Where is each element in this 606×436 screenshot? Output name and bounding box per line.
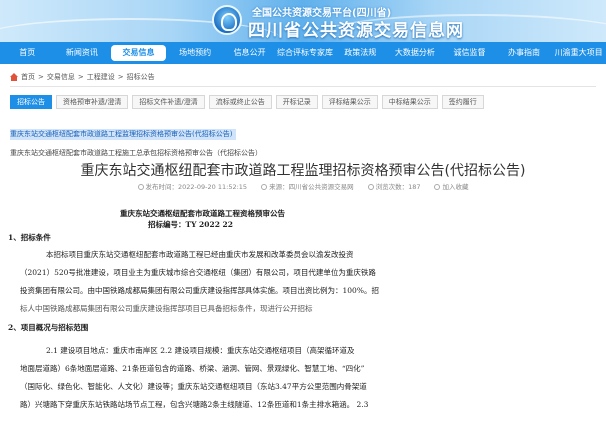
section-heading: 1、招标条件: [8, 233, 51, 242]
nav-item-news[interactable]: 新闻资讯: [55, 42, 110, 64]
tab-bid-opening[interactable]: 开标记录: [275, 95, 318, 109]
source: 来源：四川省公共资源交易网: [261, 181, 354, 191]
breadcrumb-separator: >: [38, 73, 44, 81]
breadcrumb-separator: >: [77, 73, 84, 81]
article-meta: 发布时间：2022-09-20 11:52:15 来源：四川省公共资源交易网 浏…: [0, 181, 606, 191]
related-link-supervision[interactable]: 重庆东站交通枢纽配套市政道路工程监理招标资格预审公告(代招标公告): [10, 129, 237, 140]
nav-item-venue-booking[interactable]: 场地预约: [168, 42, 223, 64]
breadcrumb-item-trade-info[interactable]: 交易信息: [47, 72, 75, 82]
source-icon: [261, 184, 268, 190]
nav-item-trade-info[interactable]: 交易信息: [111, 45, 166, 61]
site-logo-icon[interactable]: [212, 5, 242, 35]
paragraph-line: （2021）520号批准建设，项目业主为重庆城市综合交通枢纽（集团）有限公司，项…: [20, 268, 376, 277]
section-heading: 2、项目概况与招标范围: [8, 323, 89, 332]
breadcrumb: 首页 > 交易信息 > 工程建设 > 招标公告: [10, 72, 155, 82]
paragraph-line: 标人中国铁路成都局集团有限公司重庆建设指挥部项目已具备招标条件，现进行公开招标: [20, 304, 313, 313]
tab-failed-tender[interactable]: 流标或终止公告: [208, 95, 272, 109]
nav-item-info-disclosure[interactable]: 信息公开: [222, 42, 277, 64]
nav-item-chuanyu-projects[interactable]: 川渝重大项目: [551, 42, 606, 64]
article-title: 重庆东站交通枢纽配套市政道路工程监理招标资格预审公告(代招标公告): [80, 163, 526, 179]
nav-item-policy[interactable]: 政策法规: [333, 42, 388, 64]
paragraph-line: 投资集团有限公司。由中国铁路成都局集团有限公司重庆建设指挥部具体实施。项目出资比…: [20, 286, 379, 295]
tender-number: 招标编号：TY 2022 22: [148, 220, 233, 229]
tab-prequal-clarification[interactable]: 资格预审补遗/澄清: [56, 95, 129, 109]
tab-contract[interactable]: 签约履行: [441, 95, 484, 109]
breadcrumb-item-construction[interactable]: 工程建设: [87, 72, 115, 82]
tab-doc-clarification[interactable]: 招标文件补遗/澄清: [132, 95, 205, 109]
divider: [10, 86, 596, 87]
nav-item-expert-pool[interactable]: 综合评标专家库: [277, 42, 333, 64]
breadcrumb-item-home[interactable]: 首页: [21, 72, 35, 82]
paragraph-line: 地面层道路）6条地面层道路、21条匝道包含的道路、桥梁、涵洞、管网、景观绿化、智…: [20, 364, 365, 373]
tab-award-result[interactable]: 中标结果公示: [381, 95, 438, 109]
site-header: 全国公共资源交易平台(四川省) 四川省公共资源交易信息网: [0, 0, 606, 42]
nav-item-home[interactable]: 首页: [0, 42, 55, 64]
paragraph-line: （国际化、绿色化、智能化、人文化）建设等；重庆东站交通枢纽项目（东站3.47平方…: [20, 382, 367, 391]
publish-time: 发布时间：2022-09-20 11:52:15: [137, 181, 247, 191]
breadcrumb-item-tender-notice[interactable]: 招标公告: [127, 72, 155, 82]
nav-item-credit[interactable]: 诚信监督: [442, 42, 497, 64]
paragraph-line: 路）兴塘路下穿重庆东站铁路站场节点工程，包含兴塘路2条主线隧道、12条匝道和1条…: [20, 400, 369, 409]
nav-item-big-data[interactable]: 大数据分析: [388, 42, 443, 64]
paragraph-line: 本招标项目重庆东站交通枢纽配套市政道路工程已经由重庆市发展和改革委员会以渝发改投…: [46, 250, 354, 259]
related-link-construction[interactable]: 重庆东站交通枢纽配套市政道路工程施工总承包招标资格预审公告（代招标公告）: [10, 149, 262, 157]
document-heading: 重庆东站交通枢纽配套市政道路工程资格预审公告: [120, 209, 285, 218]
tab-evaluation-result[interactable]: 评标结果公示: [321, 95, 378, 109]
category-tabs: 招标公告 资格预审补遗/澄清 招标文件补遗/澄清 流标或终止公告 开标记录 评标…: [10, 95, 596, 109]
favorite-link[interactable]: 加入收藏: [434, 181, 468, 191]
home-icon: [10, 73, 18, 81]
site-title[interactable]: 四川省公共资源交易信息网: [248, 16, 464, 41]
star-icon: [434, 184, 441, 190]
nav-item-guide[interactable]: 办事指南: [497, 42, 552, 64]
paragraph-line: 2.1 建设项目地点：重庆市南岸区 2.2 建设项目规模：重庆东站交通枢纽项目（…: [46, 346, 355, 355]
clock-icon: [137, 184, 144, 190]
breadcrumb-separator: >: [117, 73, 124, 81]
related-notices: 重庆东站交通枢纽配套市政道路工程监理招标资格预审公告(代招标公告) 重庆东站交通…: [10, 121, 596, 159]
tab-tender-notice[interactable]: 招标公告: [10, 95, 52, 109]
main-nav: 首页 新闻资讯 交易信息 场地预约 信息公开 综合评标专家库 政策法规 大数据分…: [0, 42, 606, 64]
eye-icon: [367, 184, 374, 190]
view-count: 浏览次数：187: [367, 181, 420, 191]
